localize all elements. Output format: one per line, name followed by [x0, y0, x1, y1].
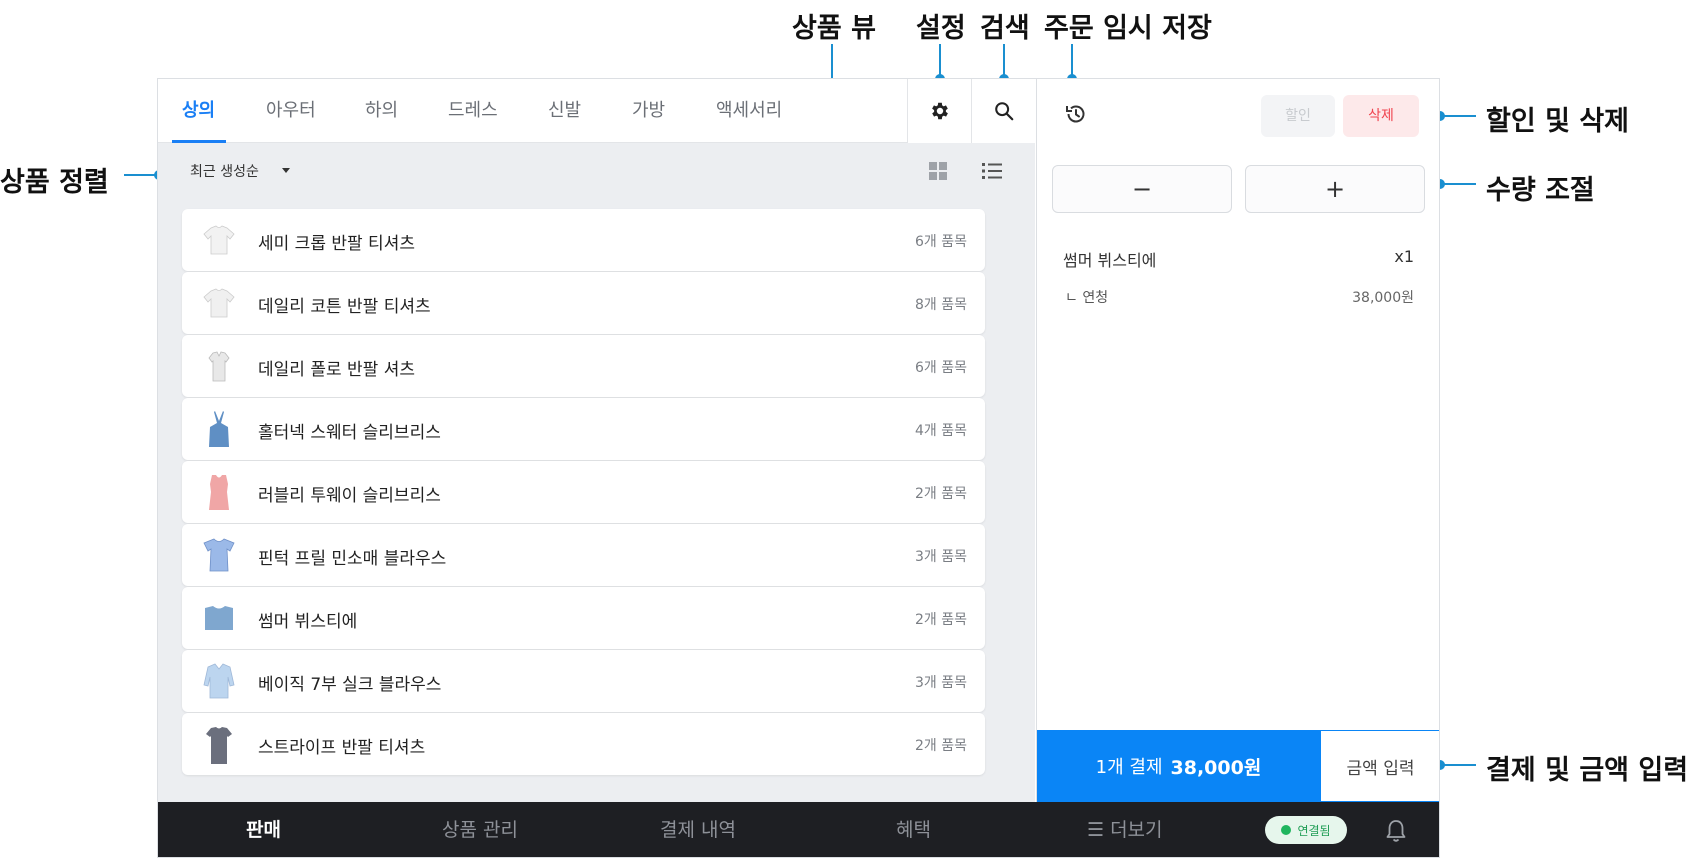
bottom-nav: 판매 상품 관리 결제 내역 혜택 ☰ 더보기 연결됨	[158, 802, 1439, 857]
connection-status-label: 연결됨	[1297, 823, 1331, 838]
callout-line-search	[1003, 44, 1005, 78]
product-name: 데일리 코튼 반팔 티셔츠	[258, 297, 431, 317]
nav-sell[interactable]: 판매	[246, 802, 281, 857]
product-name: 데일리 폴로 반팔 셔츠	[258, 360, 415, 380]
product-row[interactable]: 스트라이프 반팔 티셔츠 2개 품목	[182, 713, 985, 775]
connection-status-badge: 연결됨	[1265, 816, 1347, 844]
nav-payment-history[interactable]: 결제 내역	[660, 802, 736, 857]
list-view-icon	[982, 163, 1002, 179]
product-name: 핀턱 프릴 민소매 블라우스	[258, 549, 447, 569]
annotation-product-view: 상품 뷰	[792, 13, 876, 44]
pos-app-frame: 상의 아우터 하의 드레스 신발 가방 액세서리 최근 생성순 세미 크롭 반팔…	[157, 78, 1440, 858]
silk-blouse-thumbnail-icon	[200, 659, 238, 703]
search-button[interactable]	[971, 79, 1035, 143]
annotation-quantity: 수량 조절	[1486, 175, 1595, 206]
tab-shoes[interactable]: 신발	[548, 79, 581, 143]
product-row[interactable]: 데일리 폴로 반팔 셔츠 6개 품목	[182, 335, 985, 397]
callout-line-quantity	[1440, 183, 1476, 185]
annotation-payment: 결제 및 금액 입력	[1486, 755, 1688, 786]
product-name: 홀터넥 스웨터 슬리브리스	[258, 423, 441, 443]
pay-button-label: 1개 결제	[1095, 757, 1163, 778]
sort-label: 최근 생성순	[190, 164, 259, 180]
grid-view-button[interactable]	[924, 157, 952, 185]
product-row[interactable]: 베이직 7부 실크 블라우스 3개 품목	[182, 650, 985, 712]
bell-icon	[1386, 820, 1406, 842]
bustier-thumbnail-icon	[200, 596, 238, 640]
delete-button[interactable]: 삭제	[1343, 95, 1419, 137]
tab-dress[interactable]: 드레스	[448, 79, 498, 143]
amount-input-button[interactable]: 금액 입력	[1320, 730, 1439, 802]
caret-down-icon	[281, 168, 290, 173]
callout-line-sort	[124, 174, 158, 176]
product-row[interactable]: 러블리 투웨이 슬리브리스 2개 품목	[182, 461, 985, 523]
halter-top-thumbnail-icon	[200, 407, 238, 451]
product-name: 스트라이프 반팔 티셔츠	[258, 738, 426, 758]
product-count: 2개 품목	[915, 486, 967, 502]
product-count: 3개 품목	[915, 549, 967, 565]
discount-button[interactable]: 할인	[1261, 95, 1335, 137]
nav-benefits[interactable]: 혜택	[896, 802, 931, 857]
history-icon	[1066, 105, 1085, 123]
nav-product-management[interactable]: 상품 관리	[442, 802, 518, 857]
cart-panel: 할인 삭제 − + 썸머 뷔스티에 x1 ㄴ 연청 38,000원 1개 결제 …	[1036, 79, 1439, 802]
annotation-discount-delete: 할인 및 삭제	[1486, 106, 1629, 137]
product-count: 2개 품목	[915, 612, 967, 628]
shirt-thumbnail-icon	[200, 218, 238, 262]
grid-view-icon	[929, 162, 947, 180]
product-row[interactable]: 홀터넥 스웨터 슬리브리스 4개 품목	[182, 398, 985, 460]
pay-button-amount: 38,000원	[1170, 756, 1262, 779]
pay-button[interactable]: 1개 결제 38,000원	[1037, 730, 1320, 802]
product-count: 2개 품목	[915, 738, 967, 754]
quantity-decrease-button[interactable]: −	[1052, 165, 1232, 213]
callout-line-payment	[1440, 764, 1476, 766]
stripe-tee-thumbnail-icon	[200, 722, 238, 766]
cart-item-option: ㄴ 연청	[1065, 290, 1109, 306]
product-name: 베이직 7부 실크 블라우스	[258, 675, 442, 695]
hold-order-button[interactable]	[1061, 99, 1091, 129]
product-name: 세미 크롭 반팔 티셔츠	[258, 234, 415, 254]
tab-tops[interactable]: 상의	[182, 79, 215, 143]
annotation-search: 검색	[980, 13, 1030, 44]
callout-line-discount	[1440, 115, 1476, 117]
cart-item-price: 38,000원	[1352, 290, 1414, 306]
tab-outer[interactable]: 아우터	[266, 79, 316, 143]
product-count: 6개 품목	[915, 234, 967, 250]
product-count: 6개 품목	[915, 360, 967, 376]
cart-item-quantity: x1	[1394, 247, 1414, 266]
cart-item-name[interactable]: 썸머 뷔스티에	[1063, 247, 1156, 271]
callout-line-settings	[939, 44, 941, 78]
product-count: 3개 품목	[915, 675, 967, 691]
product-name: 러블리 투웨이 슬리브리스	[258, 486, 441, 506]
nav-more[interactable]: ☰ 더보기	[1087, 802, 1163, 857]
product-panel: 상의 아우터 하의 드레스 신발 가방 액세서리 최근 생성순 세미 크롭 반팔…	[158, 79, 1035, 802]
annotation-hold-order: 주문 임시 저장	[1044, 13, 1212, 44]
tab-bags[interactable]: 가방	[632, 79, 665, 143]
polo-thumbnail-icon	[200, 344, 238, 388]
shirt-thumbnail-icon	[200, 281, 238, 325]
connected-dot-icon	[1281, 825, 1292, 835]
blouse-thumbnail-icon	[200, 533, 238, 577]
gear-icon	[931, 102, 948, 120]
list-view-button[interactable]	[978, 157, 1006, 185]
product-row[interactable]: 데일리 코튼 반팔 티셔츠 8개 품목	[182, 272, 985, 334]
callout-line-hold	[1071, 44, 1073, 78]
sleeveless-thumbnail-icon	[200, 470, 238, 514]
tab-bottoms[interactable]: 하의	[365, 79, 398, 143]
annotation-sort: 상품 정렬	[0, 167, 109, 198]
search-icon	[994, 102, 1013, 121]
quantity-increase-button[interactable]: +	[1245, 165, 1425, 213]
product-row[interactable]: 썸머 뷔스티에 2개 품목	[182, 587, 985, 649]
annotation-settings: 설정	[916, 13, 966, 44]
product-count: 4개 품목	[915, 423, 967, 439]
sort-bar: 최근 생성순	[158, 143, 1035, 201]
tab-accessories[interactable]: 액세서리	[716, 79, 782, 143]
settings-button[interactable]	[907, 79, 971, 143]
category-tabs: 상의 아우터 하의 드레스 신발 가방 액세서리	[158, 79, 1035, 143]
sort-dropdown[interactable]: 최근 생성순	[190, 161, 291, 181]
product-name: 썸머 뷔스티에	[258, 612, 358, 632]
product-row[interactable]: 핀턱 프릴 민소매 블라우스 3개 품목	[182, 524, 985, 586]
notifications-button[interactable]	[1382, 817, 1410, 845]
product-count: 8개 품목	[915, 297, 967, 313]
product-row[interactable]: 세미 크롭 반팔 티셔츠 6개 품목	[182, 209, 985, 271]
